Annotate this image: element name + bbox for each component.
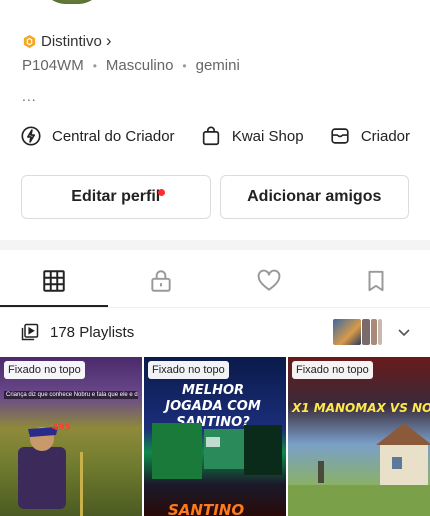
edit-profile-label: Editar perfil	[71, 188, 161, 205]
tab-videos[interactable]	[0, 255, 108, 307]
creator-link[interactable]: Criador	[329, 125, 410, 147]
badge-hexagon-icon	[23, 34, 36, 48]
grid-icon	[43, 270, 65, 292]
profile-actions: Editar perfil Adicionar amigos	[21, 175, 409, 219]
sign-label: gemini	[195, 57, 240, 74]
heart-icon	[257, 269, 281, 291]
playlist-thumbnail	[362, 319, 370, 345]
bio-more[interactable]: ...	[22, 88, 37, 104]
separator-dot: •	[182, 58, 187, 73]
game-scene	[288, 423, 430, 516]
kwai-shop-label: Kwai Shop	[231, 127, 304, 145]
creator-box-icon	[331, 128, 349, 144]
creator-links: Central do Criador Kwai Shop Criador	[20, 125, 410, 147]
playlists-row[interactable]: 178 Playlists	[20, 318, 412, 346]
profile-tabs	[0, 255, 430, 307]
separator-dot: •	[92, 58, 97, 73]
creator-center-link[interactable]: Central do Criador	[20, 125, 175, 147]
playlist-icon	[21, 323, 39, 341]
playlist-thumbnail	[333, 319, 361, 345]
add-friends-button[interactable]: Adicionar amigos	[219, 175, 409, 219]
lightning-circle-icon	[21, 126, 41, 146]
pinned-badge: Fixado no topo	[292, 361, 373, 379]
profile-meta: P104WM • Masculino • gemini	[22, 57, 240, 74]
creator-label: Criador	[360, 127, 410, 145]
avatar[interactable]	[40, 0, 104, 4]
edit-profile-button[interactable]: Editar perfil	[21, 175, 211, 219]
add-friends-label: Adicionar amigos	[247, 188, 382, 205]
tab-liked[interactable]	[215, 255, 323, 307]
bookmark-icon	[368, 270, 384, 292]
playlists-count: 178 Playlists	[50, 323, 135, 341]
creator-center-label: Central do Criador	[52, 127, 175, 145]
tab-saved[interactable]	[323, 255, 430, 307]
video-grid: Criança diz que conhece Nobru e fala que…	[0, 357, 430, 516]
game-scene	[152, 423, 282, 479]
notification-dot	[158, 189, 165, 196]
video-bottom-text: SANTINO	[168, 501, 245, 516]
kwai-shop-link[interactable]: Kwai Shop	[200, 125, 304, 147]
shopping-bag-icon	[202, 126, 219, 146]
video-thumbnail[interactable]: MELHOR JOGADA COM SANTINO? SANTINO Fixad…	[144, 357, 286, 516]
chevron-down-icon[interactable]	[396, 324, 412, 340]
badge-label: Distintivo	[41, 32, 102, 50]
video-thumbnail[interactable]: Criança diz que conhece Nobru e fala que…	[0, 357, 142, 516]
tab-private[interactable]	[108, 255, 216, 307]
chevron-right-icon: ›	[105, 31, 112, 50]
tab-divider	[0, 307, 430, 308]
playlist-thumbnail	[371, 319, 377, 345]
character-figure	[18, 427, 83, 516]
user-handle: P104WM	[22, 57, 84, 74]
section-divider	[0, 240, 430, 250]
playlist-thumbnails	[333, 319, 382, 345]
pinned-badge: Fixado no topo	[4, 361, 85, 379]
overlay-number: 495	[52, 423, 71, 433]
playlist-thumbnail	[378, 319, 382, 345]
badge-link[interactable]: Distintivo ›	[22, 31, 112, 51]
gender-label: Masculino	[105, 57, 174, 74]
video-thumbnail[interactable]: X1 MANOMAX VS NOBRU Fixado no topo	[288, 357, 430, 516]
lock-icon	[151, 270, 171, 292]
pinned-badge: Fixado no topo	[148, 361, 229, 379]
